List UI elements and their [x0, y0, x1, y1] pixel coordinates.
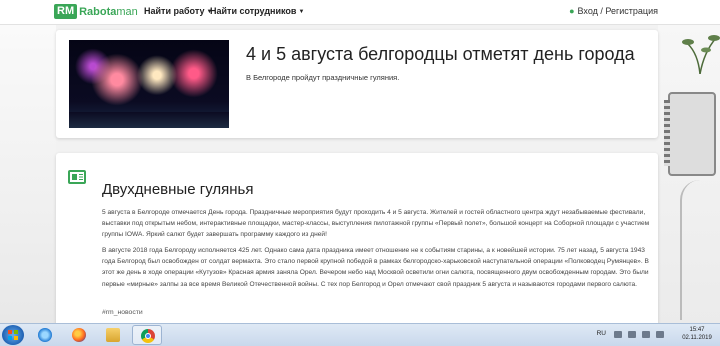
fireworks-image: [69, 40, 229, 128]
nav-find-staff-label: Найти сотрудников: [210, 6, 297, 16]
windows-start-icon[interactable]: [2, 325, 24, 345]
chrome-icon[interactable]: [132, 325, 162, 345]
clock-time: 15:47: [689, 327, 705, 333]
background-left: [0, 24, 56, 324]
background-cable: [680, 180, 712, 320]
windows-taskbar: RU 15:47 02.11.2019: [0, 323, 720, 346]
article-tag[interactable]: #rm_новости: [102, 309, 143, 316]
news-icon: [68, 170, 86, 184]
explorer-icon[interactable]: [98, 325, 128, 345]
network-icon[interactable]: [628, 331, 636, 338]
sound-icon[interactable]: [642, 331, 650, 338]
chevron-down-icon: ▼: [298, 8, 305, 15]
system-tray: RU 15:47 02.11.2019: [556, 326, 716, 344]
flag-icon[interactable]: [656, 331, 664, 338]
tray-icon[interactable]: [614, 331, 622, 338]
article-paragraph: 5 августа в Белгороде отмечается День го…: [102, 209, 650, 239]
hero-title: 4 и 5 августа белгородцы отметят день го…: [246, 44, 635, 64]
background-device: [664, 92, 716, 176]
login-link[interactable]: ● Вход / Регистрация: [569, 6, 658, 16]
hero-lead: В Белгороде пройдут праздничные гуляния.: [246, 73, 400, 82]
language-indicator[interactable]: RU: [597, 330, 606, 337]
article-paragraph: В августе 2018 года Белгороду исполняетс…: [102, 247, 649, 288]
login-label: Вход / Регистрация: [577, 6, 658, 16]
nav-find-staff[interactable]: Найти сотрудников ▼: [210, 6, 304, 16]
article-title: Двухдневные гулянья: [102, 181, 254, 198]
plant-decoration: [682, 35, 720, 74]
site-logo[interactable]: RM Rabota man: [54, 4, 138, 19]
nav-find-job[interactable]: Найти работу ▼: [144, 6, 212, 16]
clock-date: 02.11.2019: [682, 335, 712, 341]
user-icon: ●: [569, 6, 575, 16]
nav-find-job-label: Найти работу: [144, 6, 205, 16]
logo-rabota: Rabota: [79, 5, 117, 18]
article-card: Двухдневные гулянья 5 августа в Белгород…: [56, 153, 658, 328]
hero-card: 4 и 5 августа белгородцы отметят день го…: [56, 30, 658, 138]
logo-badge: RM: [54, 4, 78, 19]
top-navbar: RM Rabota man Найти работу ▼ Найти сотрудн…: [0, 0, 720, 25]
ie-icon[interactable]: [30, 325, 60, 345]
logo-man: man: [116, 5, 138, 18]
firefox-icon[interactable]: [64, 325, 94, 345]
clock[interactable]: 15:47 02.11.2019: [680, 326, 714, 342]
